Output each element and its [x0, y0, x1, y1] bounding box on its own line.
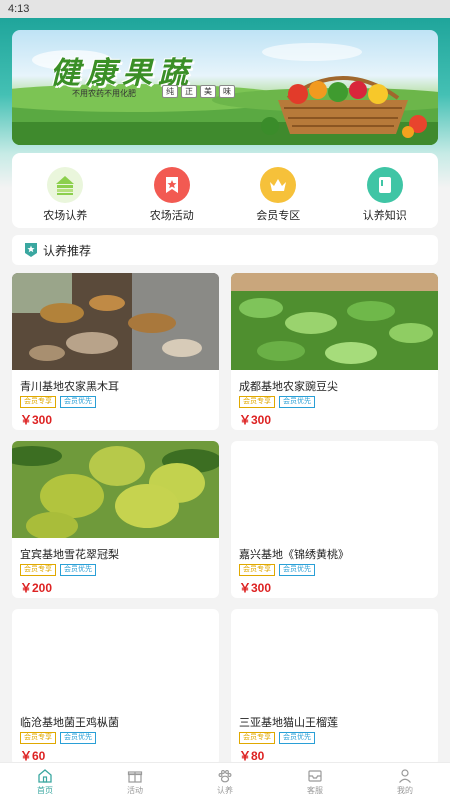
banner-slogan: 不用农药不用化肥 [72, 89, 136, 98]
tab-home[interactable]: 首页 [15, 763, 75, 800]
member-exclusive-badge: 会员专享 [239, 732, 275, 744]
tab-label: 客服 [307, 786, 323, 795]
product-card[interactable]: 临沧基地菌王鸡枞菌 会员专享 会员优先 ￥60 [12, 609, 219, 766]
product-price: ￥300 [20, 413, 53, 427]
user-icon [399, 769, 411, 783]
product-badges: 会员专享 会员优先 [231, 564, 438, 576]
product-image [231, 273, 438, 370]
member-priority-badge: 会员优先 [279, 396, 315, 408]
star-flag-icon [153, 167, 190, 203]
product-badges: 会员专享 会员优先 [231, 396, 438, 408]
section-title: 认养推荐 [43, 243, 92, 258]
tab-activities[interactable]: 活动 [105, 763, 165, 800]
home-icon [38, 769, 52, 783]
tab-label: 活动 [127, 786, 143, 795]
gift-icon [127, 771, 143, 783]
product-name: 成都基地农家豌豆尖 [239, 381, 338, 393]
member-priority-badge: 会员优先 [279, 564, 315, 576]
product-name: 嘉兴基地《锦绣黄桃》 [239, 549, 349, 561]
entry-farm-adoption[interactable]: 农场认养 [25, 153, 105, 228]
tab-adoption[interactable]: 认养 [195, 763, 255, 800]
product-card[interactable]: 嘉兴基地《锦绣黄桃》 会员专享 会员优先 ￥300 [231, 441, 438, 598]
member-priority-badge: 会员优先 [279, 732, 315, 744]
member-exclusive-badge: 会员专享 [239, 396, 275, 408]
tab-label: 我的 [397, 786, 413, 795]
product-name: 三亚基地猫山王榴莲 [239, 717, 338, 729]
star-shield-icon [25, 243, 37, 257]
product-badges: 会员专享 会员优先 [12, 732, 219, 744]
product-image [231, 441, 438, 538]
section-header: 认养推荐 [12, 235, 438, 265]
product-name: 宜宾基地雪花翠冠梨 [20, 549, 119, 561]
entry-farm-activities[interactable]: 农场活动 [132, 153, 212, 228]
entry-label: 会员专区 [256, 210, 301, 222]
entry-member-zone[interactable]: 会员专区 [238, 153, 318, 228]
member-exclusive-badge: 会员专享 [20, 564, 56, 576]
product-badges: 会员专享 会员优先 [12, 396, 219, 408]
promo-banner[interactable]: 健康果蔬 不用农药不用化肥 纯 正 美 味 [12, 30, 438, 145]
product-price: ￥60 [20, 749, 46, 763]
product-card[interactable]: 宜宾基地雪花翠冠梨 会员专享 会员优先 ￥200 [12, 441, 219, 598]
product-name: 青川基地农家黑木耳 [20, 381, 119, 393]
banner-tag: 美 [200, 85, 216, 98]
product-card[interactable]: 三亚基地猫山王榴莲 会员专享 会员优先 ￥80 [231, 609, 438, 766]
quick-entry-card: 农场认养 农场活动 会员专区 认养知识 [12, 153, 438, 228]
tab-label: 首页 [37, 786, 53, 795]
tab-customer-service[interactable]: 客服 [285, 763, 345, 800]
banner-tag: 纯 [162, 85, 178, 98]
greenhouse-icon [47, 167, 84, 203]
product-image [12, 609, 219, 706]
banner-tags: 纯 正 美 味 [162, 85, 235, 98]
tab-profile[interactable]: 我的 [375, 763, 435, 800]
product-image [231, 609, 438, 706]
entry-label: 农场认养 [43, 210, 88, 222]
member-priority-badge: 会员优先 [60, 564, 96, 576]
member-exclusive-badge: 会员专享 [20, 732, 56, 744]
product-card[interactable]: 成都基地农家豌豆尖 会员专享 会员优先 ￥300 [231, 273, 438, 430]
product-name: 临沧基地菌王鸡枞菌 [20, 717, 119, 729]
product-badges: 会员专享 会员优先 [231, 732, 438, 744]
entry-label: 农场活动 [149, 210, 194, 222]
product-card[interactable]: 青川基地农家黑木耳 会员专享 会员优先 ￥300 [12, 273, 219, 430]
banner-tag: 正 [181, 85, 197, 98]
status-time: 4:13 [8, 3, 30, 15]
product-price: ￥300 [239, 413, 272, 427]
crown-icon [260, 167, 297, 203]
status-bar: 4:13 [0, 0, 450, 18]
banner-tag: 味 [219, 85, 235, 98]
bottom-tab-bar: 首页 活动 认养 客服 我的 [0, 762, 450, 800]
fruit-basket-illustration [261, 76, 427, 138]
product-price: ￥80 [239, 749, 265, 763]
product-price: ￥200 [20, 581, 53, 595]
member-priority-badge: 会员优先 [60, 732, 96, 744]
product-image [12, 273, 219, 370]
product-price: ￥300 [239, 581, 272, 595]
tab-label: 认养 [217, 786, 233, 795]
product-image [12, 441, 219, 538]
book-icon [366, 167, 403, 203]
inbox-icon [308, 770, 322, 782]
entry-label: 认养知识 [362, 210, 407, 222]
paw-icon [218, 770, 232, 783]
product-badges: 会员专享 会员优先 [12, 564, 219, 576]
entry-adoption-knowledge[interactable]: 认养知识 [345, 153, 425, 228]
member-priority-badge: 会员优先 [60, 396, 96, 408]
member-exclusive-badge: 会员专享 [20, 396, 56, 408]
member-exclusive-badge: 会员专享 [239, 564, 275, 576]
